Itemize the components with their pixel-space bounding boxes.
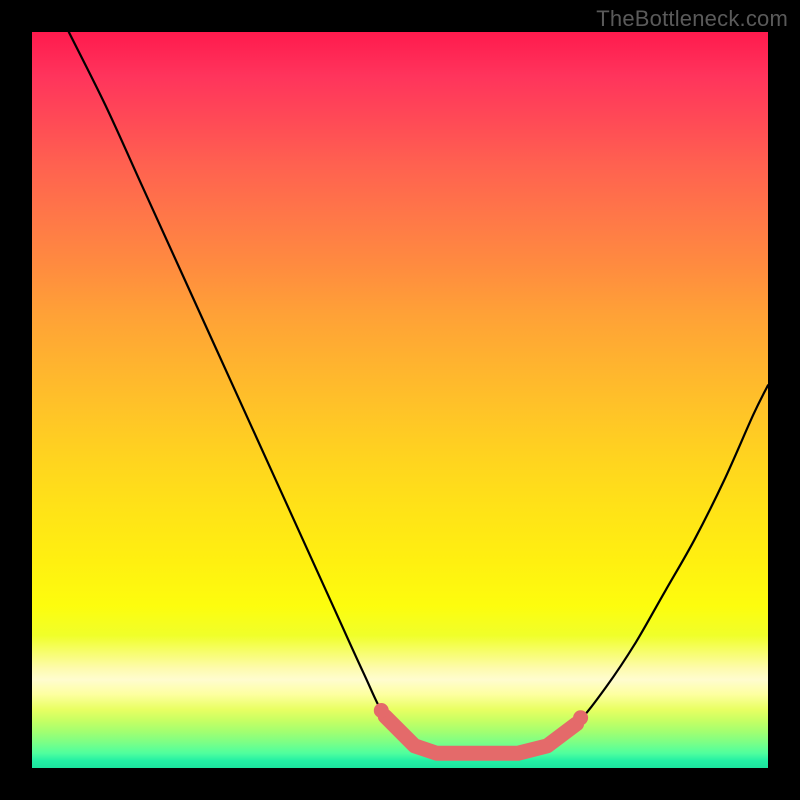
highlight-end-dot: [374, 703, 389, 718]
highlight-end-dot: [573, 710, 588, 725]
chart-frame: TheBottleneck.com: [0, 0, 800, 800]
highlight-markers: [374, 703, 588, 753]
curve-layer: [32, 32, 768, 768]
highlight-band-path: [385, 717, 576, 754]
watermark-text: TheBottleneck.com: [596, 6, 788, 32]
plot-area: [32, 32, 768, 768]
bottleneck-curve: [69, 32, 768, 754]
